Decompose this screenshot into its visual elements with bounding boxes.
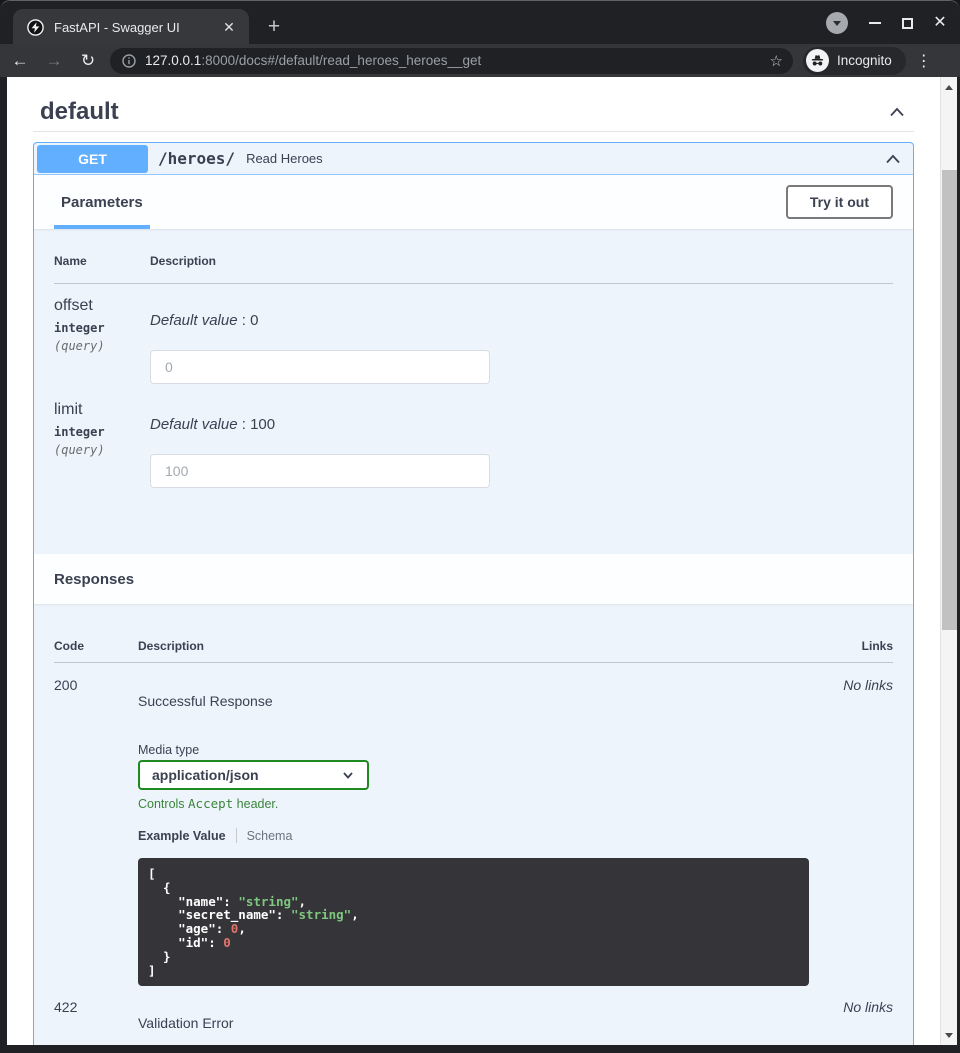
chevron-down-icon (341, 768, 355, 782)
fastapi-favicon-icon (27, 19, 44, 36)
url-text: 127.0.0.1:8000/docs#/default/read_heroes… (145, 53, 764, 68)
param-default: Default value : 100 (150, 416, 893, 433)
method-badge: GET (37, 145, 148, 173)
tag-title: default (40, 98, 119, 126)
response-description: Successful Response (138, 693, 823, 709)
param-input-limit[interactable] (150, 454, 490, 488)
param-location: (query) (54, 443, 150, 457)
try-it-out-button[interactable]: Try it out (786, 185, 893, 219)
param-name: limit (54, 401, 150, 419)
response-description: Validation Error (138, 1015, 823, 1031)
col-header-description: Description (150, 254, 893, 268)
response-code: 422 (54, 999, 138, 1031)
accept-header-note: Controls Accept header. (138, 796, 823, 811)
incognito-icon (806, 49, 829, 72)
tab-separator (236, 828, 237, 843)
col-header-name: Name (54, 254, 150, 268)
scrollbar-thumb[interactable] (942, 170, 957, 630)
page-scrollbar[interactable] (940, 77, 957, 1045)
address-bar[interactable]: 127.0.0.1:8000/docs#/default/read_heroes… (110, 48, 793, 74)
window-close-button[interactable]: ✕ (929, 12, 951, 34)
tab-schema[interactable]: Schema (247, 829, 293, 843)
tag-header[interactable]: default (33, 93, 914, 131)
browser-menu-icon[interactable]: ⋮ (914, 51, 934, 71)
param-row-offset: offset integer (query) Default value : 0 (54, 284, 893, 384)
parameters-table: Name Description offset integer (query) … (34, 229, 913, 554)
tab-parameters[interactable]: Parameters (54, 175, 150, 229)
tab-title: FastAPI - Swagger UI (54, 20, 219, 35)
responses-table: Code Description Links 200 Successful Re… (34, 604, 913, 1045)
opblock-get-heroes: GET /heroes/ Read Heroes Parameters Try … (33, 142, 914, 1045)
maximize-button[interactable] (896, 12, 918, 34)
tab-example-value[interactable]: Example Value (138, 829, 226, 843)
swagger-ui: default GET /heroes/ Read Heroes (7, 77, 940, 1045)
incognito-badge: Incognito (803, 47, 906, 75)
bookmark-star-icon[interactable]: ☆ (770, 52, 783, 70)
collapse-tag-icon[interactable] (887, 102, 907, 122)
new-tab-button[interactable]: + (262, 15, 286, 39)
tab-bar: FastAPI - Swagger UI ✕ + ✕ (0, 0, 960, 44)
forward-icon[interactable]: → (40, 47, 68, 75)
browser-window: FastAPI - Swagger UI ✕ + ✕ ← → ↻ 127.0.0… (0, 0, 960, 1053)
param-input-offset[interactable] (150, 350, 490, 384)
param-location: (query) (54, 339, 150, 353)
url-path: :8000/docs#/default/read_heroes_heroes__… (201, 53, 481, 68)
incognito-label: Incognito (837, 53, 892, 68)
response-links: No links (823, 999, 893, 1031)
tab-search-icon[interactable] (826, 12, 848, 34)
page-viewport: default GET /heroes/ Read Heroes (7, 77, 957, 1045)
example-schema-tabs: Example Value Schema (138, 828, 823, 843)
site-info-icon[interactable] (122, 54, 136, 68)
endpoint-summary[interactable]: GET /heroes/ Read Heroes (34, 143, 913, 175)
response-code: 200 (54, 677, 138, 986)
url-host: 127.0.0.1 (145, 53, 201, 68)
tab-close-icon[interactable]: ✕ (219, 17, 239, 37)
media-type-value: application/json (152, 767, 259, 783)
param-name: offset (54, 297, 150, 315)
example-code: [ { "name": "string", "secret_name": "st… (138, 858, 809, 986)
param-default: Default value : 0 (150, 312, 893, 329)
browser-toolbar: ← → ↻ 127.0.0.1:8000/docs#/default/read_… (0, 44, 960, 77)
parameters-header: Parameters Try it out (34, 175, 913, 229)
param-type: integer (54, 425, 150, 439)
tag-section-default: default (33, 93, 914, 132)
parameters-table-head: Name Description (54, 254, 893, 284)
browser-tab[interactable]: FastAPI - Swagger UI ✕ (13, 9, 249, 45)
endpoint-description: Read Heroes (246, 151, 883, 166)
response-row-200: 200 Successful Response Media type appli… (54, 663, 893, 986)
endpoint-path: /heroes/ (158, 149, 235, 168)
media-type-block: Media type application/json Controls Acc… (138, 743, 823, 811)
media-type-label: Media type (138, 743, 823, 757)
param-type: integer (54, 321, 150, 335)
minimize-button[interactable] (864, 12, 886, 34)
reload-icon[interactable]: ↻ (74, 47, 102, 75)
media-type-select[interactable]: application/json (138, 760, 369, 790)
response-row-422: 422 Validation Error No links (54, 986, 893, 1031)
collapse-endpoint-icon[interactable] (883, 149, 903, 169)
responses-header: Responses (34, 554, 913, 604)
back-icon[interactable]: ← (6, 47, 34, 75)
col-header-code: Code (54, 639, 138, 653)
col-header-links: Links (823, 639, 893, 653)
scroll-down-icon[interactable] (941, 1027, 957, 1043)
tag-divider (33, 131, 914, 132)
param-row-limit: limit integer (query) Default value : 10… (54, 388, 893, 488)
responses-title: Responses (54, 571, 134, 588)
col-header-description: Description (138, 639, 823, 653)
response-links: No links (823, 677, 893, 986)
scroll-up-icon[interactable] (941, 79, 957, 95)
responses-table-head: Code Description Links (54, 639, 893, 663)
